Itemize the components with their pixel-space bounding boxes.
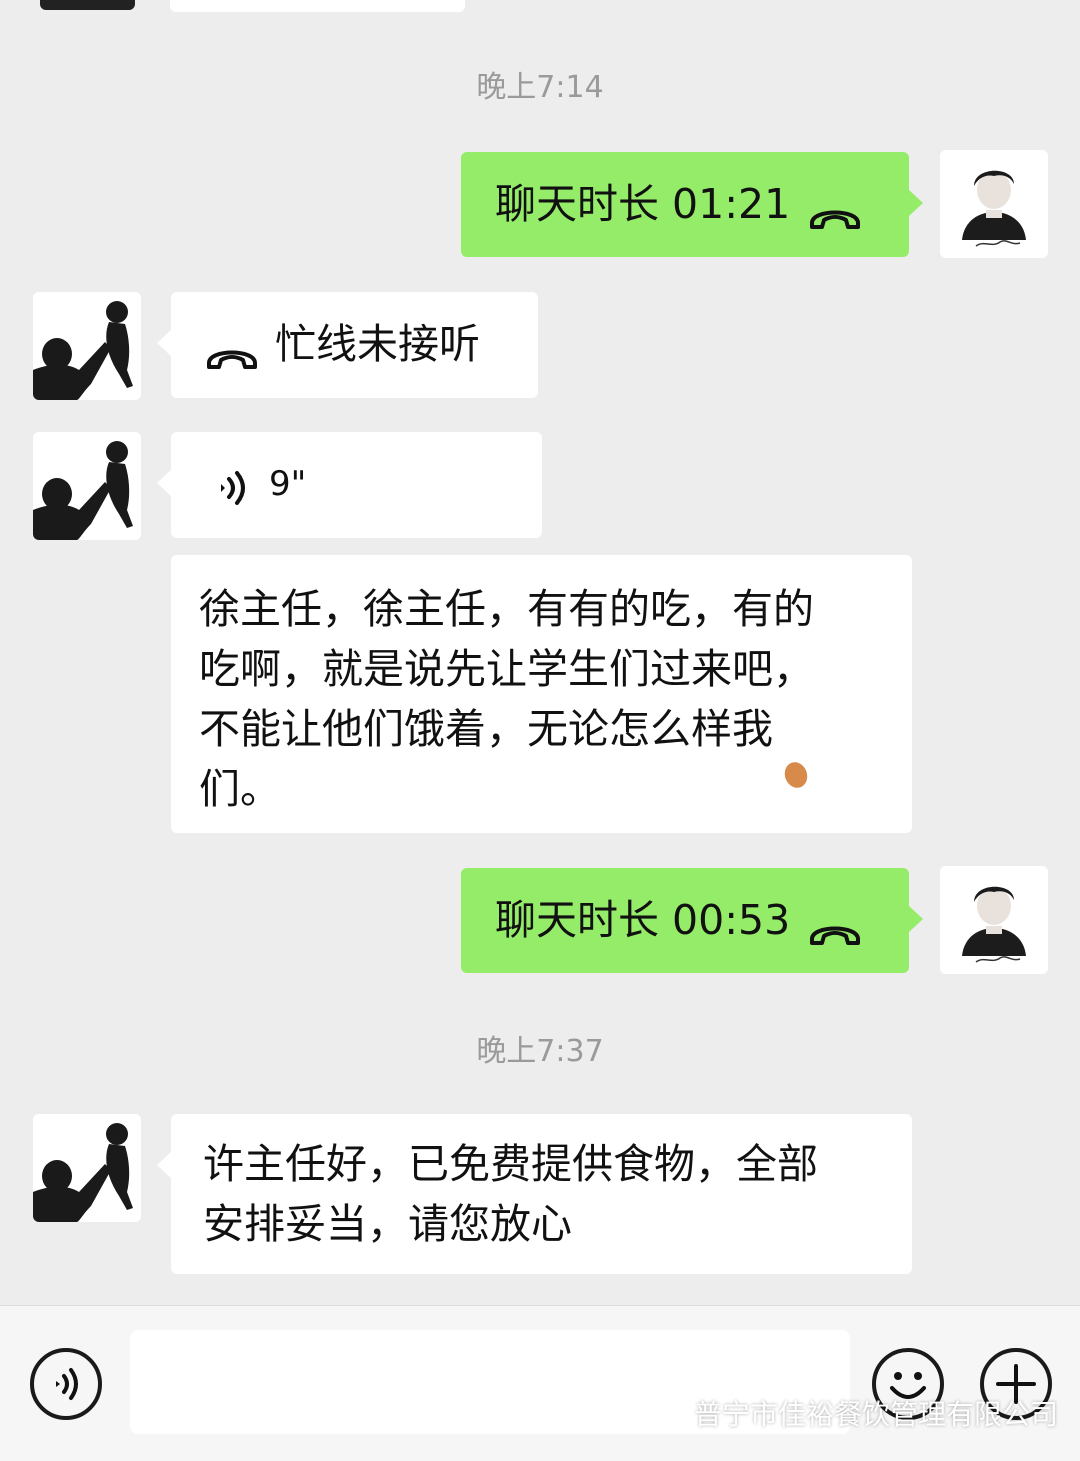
missed-call-text: 忙线未接听 xyxy=(275,320,480,368)
text-message-bubble[interactable]: 徐主任，徐主任，有有的吃，有的 吃啊，就是说先让学生们过来吧， 不能让他们饿着，… xyxy=(171,555,912,833)
call-record-bubble[interactable]: 聊天时长 00:53 xyxy=(461,868,923,973)
my-avatar[interactable] xyxy=(940,150,1048,258)
missed-call-bubble[interactable]: 忙线未接听 xyxy=(157,292,538,398)
message-line: 徐主任，徐主任，有有的吃，有的 xyxy=(199,585,814,633)
contact-avatar[interactable] xyxy=(33,1114,141,1222)
message-line: 许主任好，已免费提供食物，全部 xyxy=(203,1140,818,1188)
timestamp: 晚上7:14 xyxy=(476,70,604,105)
call-duration-text: 聊天时长 01:21 xyxy=(495,180,791,228)
contact-avatar[interactable] xyxy=(33,432,141,540)
timestamp: 晚上7:37 xyxy=(476,1034,604,1069)
watermark-text: 普宁市佳裕餐饮管理有限公司 xyxy=(694,1398,1059,1431)
message-line: 们。 xyxy=(199,765,281,813)
contact-avatar[interactable] xyxy=(33,292,141,400)
incoming-avatar-partial[interactable] xyxy=(40,0,135,10)
call-duration-text: 聊天时长 00:53 xyxy=(495,896,791,944)
wechat-logo-icon xyxy=(648,1396,688,1430)
voice-wave-icon xyxy=(215,464,251,505)
my-avatar[interactable] xyxy=(940,866,1048,974)
watermark: 普宁市佳裕餐饮管理有限公司 xyxy=(648,1392,1058,1434)
phone-handset-icon xyxy=(808,189,862,229)
phone-handset-icon xyxy=(205,329,259,369)
message-line: 吃啊，就是说先让学生们过来吧， xyxy=(199,645,814,693)
voice-duration: 9" xyxy=(269,464,307,504)
message-bubble-partial[interactable] xyxy=(170,0,465,12)
call-record-bubble[interactable]: 聊天时长 01:21 xyxy=(461,152,923,257)
voice-message-bubble[interactable]: 9" xyxy=(157,432,542,538)
message-line: 安排妥当，请您放心 xyxy=(203,1200,572,1248)
text-message-bubble[interactable]: 许主任好，已免费提供食物，全部 安排妥当，请您放心 xyxy=(157,1114,912,1274)
message-line: 不能让他们饿着，无论怎么样我 xyxy=(199,705,773,753)
phone-handset-icon xyxy=(808,905,862,945)
voice-input-icon[interactable] xyxy=(30,1348,102,1420)
